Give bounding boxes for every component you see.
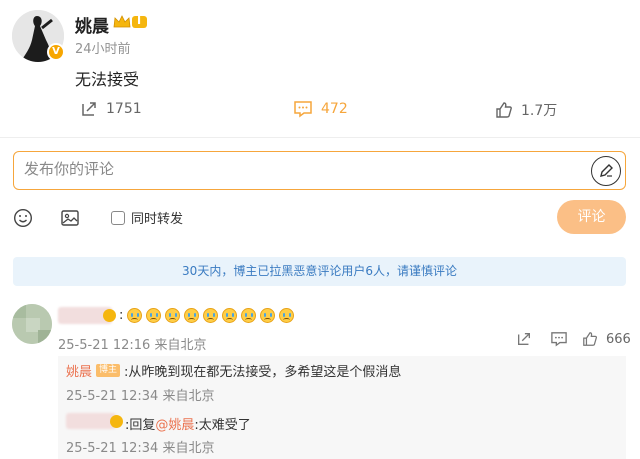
crying-emoji-row xyxy=(127,308,298,323)
crying-emoji-icon xyxy=(260,308,276,323)
host-badge: 博主 xyxy=(96,364,121,377)
reply-crown-icon xyxy=(110,415,123,428)
mention-link[interactable]: @姚晨 xyxy=(155,414,194,433)
reply-author-blurred[interactable] xyxy=(66,413,116,429)
comment-button[interactable]: 472 xyxy=(293,100,348,118)
thumbs-up-icon xyxy=(583,332,598,346)
notice-banner: 30天内，博主已拉黑恶意评论用户6人，请谨慎评论 xyxy=(13,257,626,286)
smiley-icon xyxy=(13,208,33,228)
post-text: 无法接受 xyxy=(75,70,140,89)
image-button[interactable] xyxy=(60,208,80,228)
divider xyxy=(0,137,640,138)
crying-emoji-icon xyxy=(184,308,200,323)
comment-repost-button[interactable] xyxy=(516,331,532,351)
reply-prefix: :回复 xyxy=(125,418,156,433)
comment-meta: 25-5-21 12:16 来自北京 xyxy=(58,338,207,353)
crying-emoji-icon xyxy=(165,308,181,323)
reply-item: :回复 @姚晨 :太难受了 xyxy=(125,414,251,433)
reply-author[interactable]: 姚晨 xyxy=(66,361,92,380)
crown-icon xyxy=(113,15,147,28)
commenter-avatar-image xyxy=(12,304,52,344)
repost-icon xyxy=(82,102,96,116)
repost-count: 1751 xyxy=(106,101,142,117)
reply-meta: 25-5-21 12:34 来自北京 xyxy=(66,389,215,404)
comment-input[interactable] xyxy=(24,160,564,178)
level-badge-text: I xyxy=(137,14,142,27)
reply-item: 姚晨 博主 :从昨晚到现在都无法接受，多希望这是个假消息 xyxy=(66,361,401,380)
commenter-crown-icon xyxy=(103,309,116,322)
comment-count: 472 xyxy=(321,101,348,117)
crying-emoji-icon xyxy=(241,308,257,323)
crying-emoji-icon xyxy=(146,308,162,323)
crying-emoji-icon xyxy=(203,308,219,323)
commenter-avatar[interactable] xyxy=(12,304,52,344)
comment-icon xyxy=(551,332,567,347)
comment-icon xyxy=(294,101,312,118)
repost-button[interactable]: 1751 xyxy=(80,100,142,118)
send-comment-button[interactable]: 评论 xyxy=(557,200,626,234)
comment-box[interactable] xyxy=(13,151,626,190)
comment-content: : xyxy=(119,308,298,323)
crying-emoji-icon xyxy=(279,308,295,323)
repost-checkbox-label: 同时转发 xyxy=(131,212,184,227)
like-button[interactable]: 1.7万 xyxy=(495,100,557,120)
reply-meta: 25-5-21 12:34 来自北京 xyxy=(66,441,215,456)
thumbs-up-icon xyxy=(496,102,512,118)
post-time[interactable]: 24小时前 xyxy=(75,38,131,57)
comment-separator: : xyxy=(119,308,124,323)
emoji-button[interactable] xyxy=(13,208,33,228)
checkbox-box[interactable] xyxy=(111,210,125,225)
pen-button[interactable] xyxy=(591,156,621,186)
crying-emoji-icon xyxy=(127,308,143,323)
repost-checkbox[interactable]: 同时转发 xyxy=(111,208,183,227)
verified-badge-icon: V xyxy=(47,43,65,61)
level-badge[interactable]: I xyxy=(112,14,148,30)
reply-text: :从昨晚到现在都无法接受，多希望这是个假消息 xyxy=(124,365,402,380)
comment-reply-button[interactable] xyxy=(550,331,568,351)
like-count: 1.7万 xyxy=(521,103,558,119)
crying-emoji-icon xyxy=(222,308,238,323)
comment-like-button[interactable]: 666 xyxy=(582,331,631,347)
pen-icon xyxy=(600,164,613,177)
post-username[interactable]: 姚晨 xyxy=(75,12,109,37)
repost-icon xyxy=(518,333,530,345)
image-icon xyxy=(61,210,79,226)
reply-text: :太难受了 xyxy=(194,418,251,433)
comment-like-count: 666 xyxy=(606,331,631,347)
